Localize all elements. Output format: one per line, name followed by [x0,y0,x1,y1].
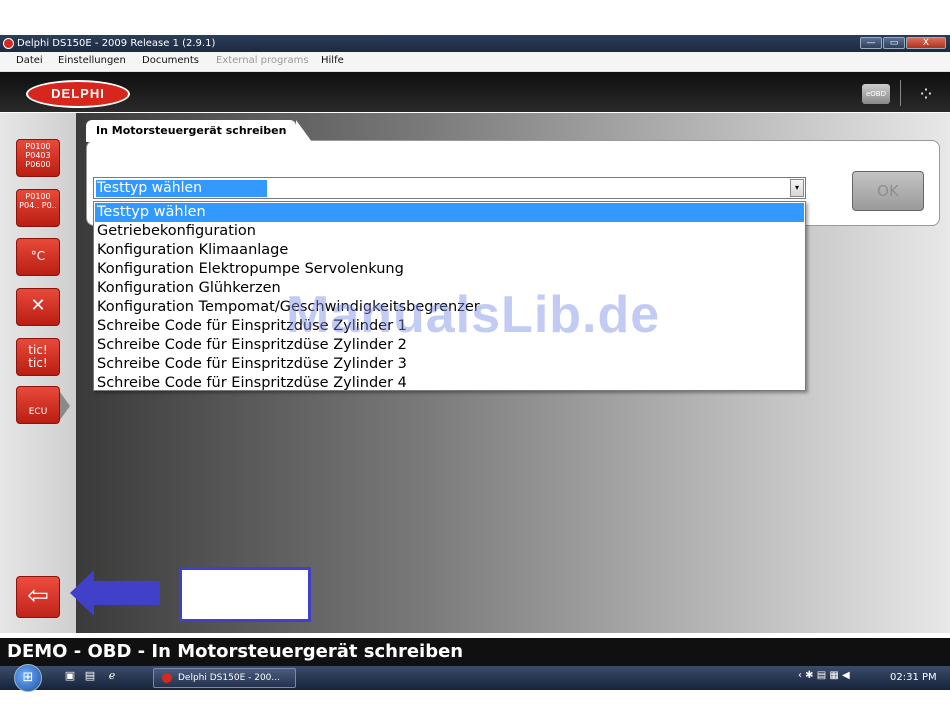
window-title: Delphi DS150E - 2009 Release 1 (2.9.1) [17,38,216,49]
dtc-codes-icon: P0100 P0403 P0600 [25,142,51,169]
dtc-erase-button[interactable]: P0100 P04.. P0.. [16,189,60,227]
dropdown-option[interactable]: Testtyp wählen [95,203,804,222]
menu-documents[interactable]: Documents [142,55,199,66]
delphi-logo: DELPHI [26,80,130,108]
menu-einstellungen[interactable]: Einstellungen [58,55,126,66]
header-divider [900,80,901,106]
taskbar-clock: 02:31 PM [890,672,937,683]
menu-external-programs[interactable]: External programs [216,55,309,66]
dropdown-option[interactable]: Konfiguration Klimaanlage [95,241,804,260]
close-button[interactable]: X [906,37,946,49]
delphi-app-icon [162,673,172,683]
start-button-icon[interactable]: ⊞ [14,664,42,692]
tools-icon: ✕ [30,295,46,316]
status-bar: DEMO - OBD - In Motorsteuergerät schreib… [0,638,950,666]
menu-hilfe[interactable]: Hilfe [321,55,344,66]
active-item-indicator [60,392,70,420]
show-desktop-icon[interactable]: ▣ [64,670,76,682]
menu-datei[interactable]: Datei [16,55,43,66]
dropdown-option[interactable]: Getriebekonfiguration [95,222,804,241]
internet-explorer-icon[interactable]: ℯ [106,670,118,682]
ecu-program-button[interactable]: ECU [16,386,60,424]
system-tray-icons[interactable]: ‹ ✱ ▤ ▦ ◀ [798,670,850,681]
taskbar-app-button[interactable]: Delphi DS150E - 200... [153,668,296,688]
activation-button[interactable]: tic! tic! [16,338,60,376]
chevron-down-icon[interactable]: ▾ [790,179,804,197]
maximize-button[interactable]: ▭ [883,37,905,49]
dropdown-option[interactable]: Schreibe Code für Einspritzdüse Zylinder… [95,374,804,393]
panel-tab-title: In Motorsteuergerät schreiben [86,120,296,142]
explorer-icon[interactable]: ▤ [84,670,96,682]
dtc-codes-button[interactable]: P0100 P0403 P0600 [16,139,60,177]
back-button[interactable]: ⇦ [16,576,60,618]
ok-button[interactable]: OK [852,171,924,211]
annotation-arrow-icon [70,570,160,616]
service-button[interactable]: ✕ [16,288,60,326]
live-data-icon: °C [30,249,46,263]
app-icon [3,38,14,49]
title-bar: Delphi DS150E - 2009 Release 1 (2.9.1) —… [0,35,950,52]
annotation-box [179,567,311,622]
menu-bar: Datei Einstellungen Documents External p… [0,52,950,72]
ecu-icon: ECU [28,407,48,417]
minimize-button[interactable]: — [860,37,882,49]
tic-icon: tic! tic! [28,343,48,370]
settings-gear-icon[interactable]: ⁘ [912,80,940,108]
eobd-icon[interactable]: eOBD [862,84,890,104]
dtc-erase-icon: P0100 P04.. P0.. [19,192,57,210]
test-type-select-value[interactable]: Testtyp wählen [96,180,267,197]
dropdown-option[interactable]: Konfiguration Elektropumpe Servolenkung [95,260,804,279]
panel-tab-edge [296,120,312,142]
app-header [0,72,950,112]
dropdown-option[interactable]: Schreibe Code für Einspritzdüse Zylinder… [95,355,804,374]
live-data-button[interactable]: °C [16,238,60,276]
watermark: ManualsLib.de [286,286,661,344]
